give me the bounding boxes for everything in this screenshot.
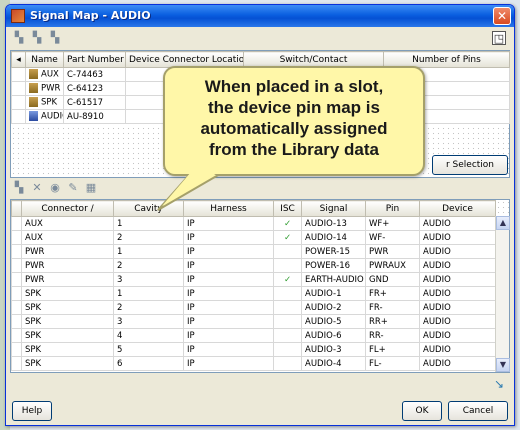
column-header-device[interactable]: Device	[419, 200, 496, 217]
connector-icon	[29, 83, 38, 94]
window-title: Signal Map - AUDIO	[30, 9, 151, 22]
column-header-isc[interactable]: ISC	[273, 200, 302, 217]
top-toolbar: ▚ ▚ ▚ ◳	[10, 31, 510, 49]
isc-check[interactable]	[273, 314, 302, 329]
column-header-part-number[interactable]: Part Number	[63, 51, 126, 68]
device-icon	[29, 111, 38, 122]
help-button[interactable]: Help	[12, 401, 52, 421]
delete-icon[interactable]: ✕	[30, 181, 44, 195]
remove-connector-icon[interactable]: ▚	[30, 31, 44, 45]
callout-line: the device pin map is	[208, 98, 380, 117]
isc-check[interactable]: ✓	[273, 230, 302, 245]
table-row[interactable]: PWR 3 IP ✓ EARTH-AUDIO GND AUDIO	[11, 272, 496, 287]
isc-check[interactable]: ✓	[273, 216, 302, 231]
isc-check[interactable]	[273, 328, 302, 343]
signal-table-scrollbar[interactable]: ▲ ▼	[495, 216, 510, 372]
ok-button[interactable]: OK	[402, 401, 442, 421]
isc-check[interactable]	[273, 244, 302, 259]
resize-arrow-icon[interactable]: ↘	[494, 377, 504, 391]
scroll-down-arrow[interactable]: ▼	[496, 358, 510, 372]
title-bar[interactable]: Signal Map - AUDIO ✕	[6, 5, 514, 27]
table-icon[interactable]: ▦	[84, 181, 98, 195]
table-row[interactable]: SPK 5 IP AUDIO-3 FL+ AUDIO	[11, 342, 496, 357]
isc-check[interactable]: ✓	[273, 272, 302, 287]
scroll-up-arrow[interactable]: ▲	[496, 216, 510, 230]
isc-check[interactable]	[273, 300, 302, 315]
isc-check[interactable]	[273, 356, 302, 371]
table-row[interactable]: SPK 1 IP AUDIO-1 FR+ AUDIO	[11, 286, 496, 301]
table-row[interactable]: AUX 2 IP ✓ AUDIO-14 WF- AUDIO	[11, 230, 496, 245]
table-row[interactable]: SPK 6 IP AUDIO-4 FL- AUDIO	[11, 356, 496, 371]
select-column-header[interactable]: ◂	[11, 51, 26, 68]
table-row[interactable]: PWR 2 IP POWER-16 PWRAUX AUDIO	[11, 258, 496, 273]
connector-icon	[29, 97, 38, 108]
callout-line: automatically assigned	[200, 119, 388, 138]
callout-pointer	[157, 174, 222, 211]
close-button[interactable]: ✕	[493, 7, 511, 25]
isc-check[interactable]	[273, 258, 302, 273]
table-row[interactable]: SPK 2 IP AUDIO-2 FR- AUDIO	[11, 300, 496, 315]
filter-selection-button[interactable]: r Selection	[432, 155, 508, 175]
assign-icon[interactable]: ▚	[12, 181, 26, 195]
column-header-signal[interactable]: Signal	[301, 200, 366, 217]
callout-note: When placed in a slot, the device pin ma…	[163, 66, 425, 176]
cancel-button[interactable]: Cancel	[448, 401, 508, 421]
column-header-pin[interactable]: Pin	[365, 200, 420, 217]
edit-pencil-icon[interactable]: ✎	[66, 181, 80, 195]
callout-line: from the Library data	[208, 140, 380, 159]
report-icon[interactable]: ◳	[492, 31, 506, 45]
table-row[interactable]: AUX 1 IP ✓ AUDIO-13 WF+ AUDIO	[11, 216, 496, 231]
table-row[interactable]: PWR 1 IP POWER-15 PWR AUDIO	[11, 244, 496, 259]
target-icon[interactable]: ◉	[48, 181, 62, 195]
callout-line: When placed in a slot,	[204, 77, 384, 96]
isc-check[interactable]	[273, 342, 302, 357]
isc-check[interactable]	[273, 286, 302, 301]
column-header-name[interactable]: Name	[25, 51, 64, 68]
edit-connector-icon[interactable]: ▚	[48, 31, 62, 45]
column-header-connector[interactable]: Connector /	[21, 200, 114, 217]
add-connector-icon[interactable]: ▚	[12, 31, 26, 45]
connector-icon	[29, 69, 38, 80]
table-row[interactable]: SPK 4 IP AUDIO-6 RR- AUDIO	[11, 328, 496, 343]
signal-table: Connector / Cavity Harness ISC Signal Pi…	[10, 199, 510, 373]
app-icon	[11, 9, 25, 23]
table-row[interactable]: SPK 3 IP AUDIO-5 RR+ AUDIO	[11, 314, 496, 329]
